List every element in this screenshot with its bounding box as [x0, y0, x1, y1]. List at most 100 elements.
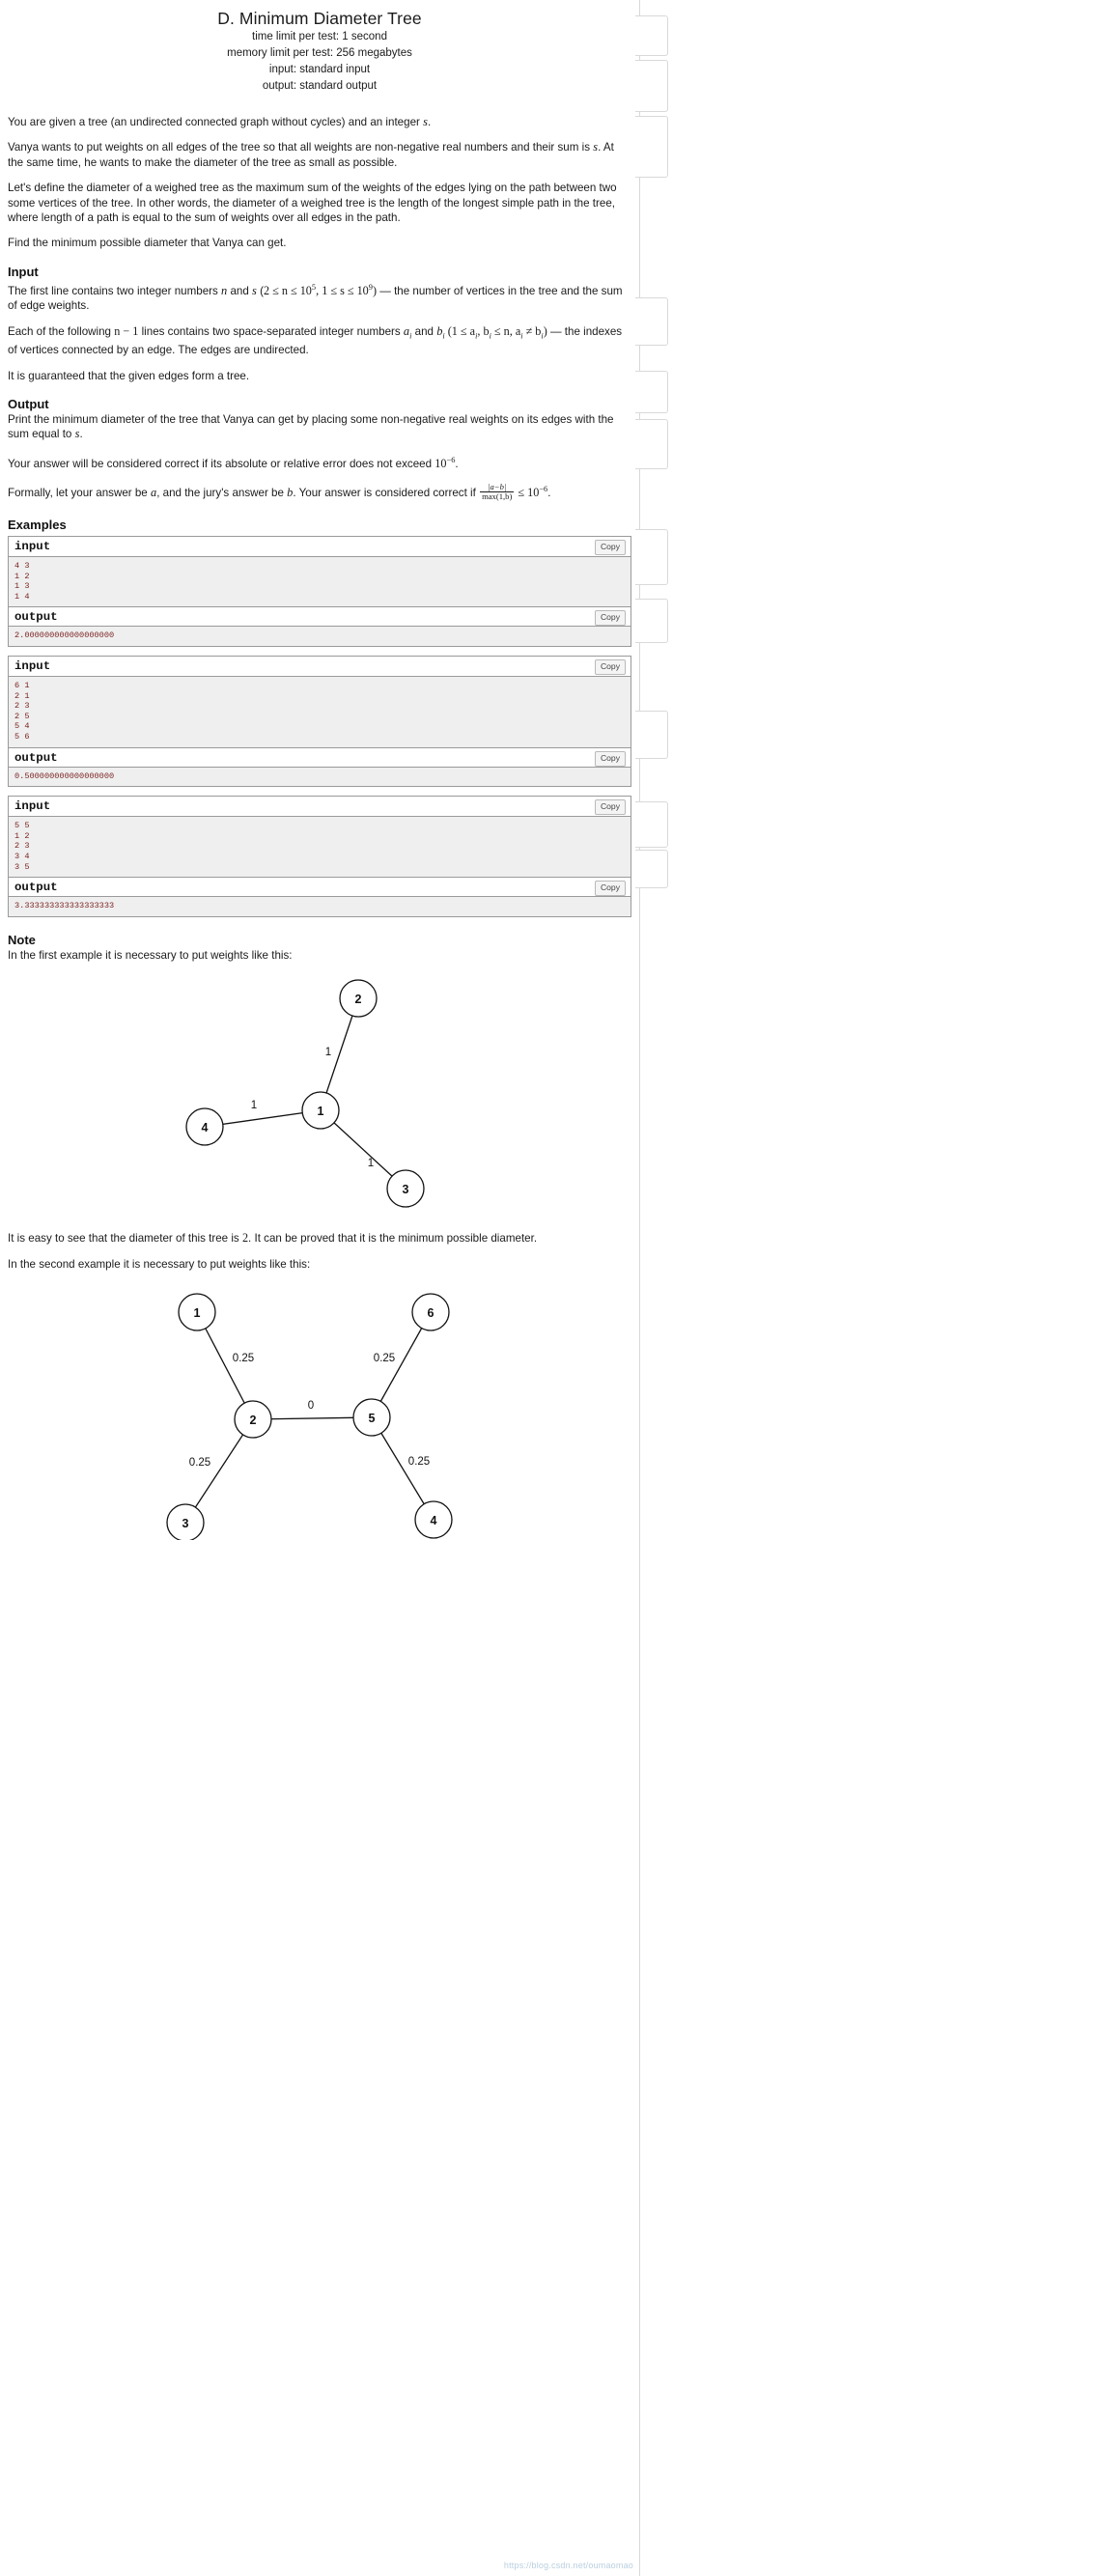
output-l1-text: Print the minimum diameter of the tree t…	[8, 413, 614, 441]
output-l2-a: Your answer will be considered correct i…	[8, 457, 435, 470]
rail-panel[interactable]	[635, 419, 668, 469]
rail-panel[interactable]	[635, 371, 668, 413]
input-heading: Input	[8, 264, 39, 279]
input-l2-b: lines contains two space-separated integ…	[138, 324, 404, 338]
graph-node-label: 5	[369, 1412, 376, 1425]
copy-button[interactable]: Copy	[594, 799, 626, 816]
sample-test-3: input Copy 5 5 1 2 2 3 3 4 3 5 output Copy…	[8, 796, 631, 917]
sample-1-output-label: output	[14, 610, 58, 625]
output-l3-end: .	[547, 486, 551, 499]
graph2-nodes: 1 6 2 5 3 4	[166, 1293, 453, 1540]
note-l2-b: . It can be proved that it is the minimu…	[248, 1232, 538, 1246]
input-l2-a: Each of the following	[8, 324, 115, 338]
graph-node-label: 2	[250, 1414, 257, 1427]
sample-1-input-title: input Copy	[9, 537, 631, 558]
graph-node-label: 4	[202, 1121, 209, 1134]
edge-weight-label: 1	[325, 1047, 331, 1058]
input-line-1: The first line contains two integer numb…	[8, 280, 631, 314]
edge-weight-label: 0.25	[408, 1456, 430, 1468]
edge-weight-label: 0	[308, 1400, 314, 1412]
input-l1-c1: 2 ≤ n ≤ 10	[263, 283, 312, 297]
rail-panel[interactable]	[635, 529, 668, 585]
graph-node-label: 4	[431, 1514, 437, 1527]
watermark: https://blog.csdn.net/oumaomao	[503, 2561, 633, 2570]
examples-heading: Examples	[8, 518, 67, 533]
edge-weight-label: 0.25	[189, 1457, 210, 1469]
statement-paragraph-2: Vanya wants to put weights on all edges …	[8, 140, 631, 170]
note-l2-a: It is easy to see that the diameter of t…	[8, 1232, 242, 1246]
note-heading: Note	[8, 932, 36, 947]
rail-panel[interactable]	[635, 711, 668, 759]
sample-1-input-label: input	[14, 540, 51, 554]
page-title: D. Minimum Diameter Tree	[217, 9, 422, 28]
output-line-1: Print the minimum diameter of the tree t…	[8, 412, 631, 442]
sample-3-input-label: input	[14, 799, 51, 814]
input-spec: input: standard input	[268, 64, 371, 75]
input-l2-m: n − 1	[114, 323, 139, 338]
input-l1-paren-open: (	[256, 284, 264, 297]
statement-paragraph-4: Find the minimum possible diameter that …	[8, 237, 287, 250]
sample-2-output-label: output	[14, 750, 58, 765]
output-l3-c: . Your answer is considered correct if	[293, 486, 480, 499]
copy-button[interactable]: Copy	[594, 540, 626, 556]
graph2-edges	[184, 1311, 434, 1524]
edge-weight-label: 1	[251, 1100, 257, 1111]
copy-button[interactable]: Copy	[594, 881, 626, 897]
sample-2-input-data: 6 1 2 1 2 3 2 5 5 4 5 6	[9, 677, 631, 747]
sample-3-output-data: 3.333333333333333333	[9, 897, 631, 916]
statement-paragraph-3: Let's define the diameter of a weighed t…	[8, 182, 617, 225]
problem-body: You are given a tree (an undirected conn…	[0, 115, 639, 963]
sample-3-output-label: output	[14, 881, 58, 895]
sample-3-input-data: 5 5 1 2 2 3 3 4 3 5	[9, 817, 631, 878]
output-l1-end: .	[79, 428, 83, 441]
sample-2-input-label: input	[14, 659, 51, 674]
edge-weight-label: 0.25	[233, 1353, 254, 1364]
output-line-2: Your answer will be considered correct i…	[8, 453, 631, 471]
edge-weight-label: 1	[368, 1158, 374, 1169]
problem-page: D. Minimum Diameter Tree time limit per …	[0, 0, 640, 2576]
input-l2-cons2: , b	[477, 323, 490, 338]
rail-panel[interactable]	[635, 297, 668, 346]
statement-paragraph-1: You are given a tree (an undirected conn…	[8, 115, 631, 129]
output-line-3: Formally, let your answer be a, and the …	[8, 482, 631, 503]
p2-text-a: Vanya wants to put weights on all edges …	[8, 141, 594, 154]
p1-text-b: .	[427, 116, 432, 128]
input-l2-cons3: ≤ n, a	[490, 323, 521, 338]
rail-panel[interactable]	[635, 850, 668, 888]
graph-node-label: 1	[194, 1306, 201, 1320]
input-line-3: It is guaranteed that the given edges fo…	[8, 369, 250, 382]
input-l2-cons: (1 ≤ a	[444, 323, 476, 338]
sample-3-input-title: input Copy	[9, 797, 631, 818]
sample-1-input-data: 4 3 1 2 1 3 1 4	[9, 557, 631, 607]
sample-2-output-title: output Copy	[9, 746, 631, 768]
rail-panel[interactable]	[635, 60, 668, 112]
input-l1-and: and	[227, 284, 253, 297]
tree-diagram-1: 1 1 1 2 1 4 3	[185, 979, 425, 1208]
output-l3-le: ≤	[515, 485, 528, 499]
output-l2-b: .	[455, 457, 459, 470]
copy-button[interactable]: Copy	[594, 610, 626, 627]
fraction-denominator: max(1,b)	[482, 491, 513, 502]
rail-panel[interactable]	[635, 15, 668, 56]
output-l2-pow-base: 10	[434, 456, 447, 470]
graph2-weights: 0.25 0.25 0 0.25 0.25	[189, 1353, 430, 1469]
error-fraction: |a−b| max(1,b)	[480, 482, 515, 502]
input-line-2: Each of the following n − 1 lines contai…	[8, 324, 631, 358]
rail-panel[interactable]	[635, 801, 668, 848]
graph-node-label: 3	[403, 1183, 409, 1196]
rail-panel[interactable]	[635, 599, 668, 643]
graph-node-label: 6	[428, 1306, 434, 1320]
right-sidebar	[635, 0, 1093, 2576]
copy-button[interactable]: Copy	[594, 750, 626, 767]
sample-3-output-title: output Copy	[9, 877, 631, 898]
input-l1-c2: 1 ≤ s ≤ 10	[322, 283, 369, 297]
output-l3-a: Formally, let your answer be	[8, 486, 151, 499]
sample-test-1: input Copy 4 3 1 2 1 3 1 4 output Copy 2.0…	[8, 536, 631, 648]
p1-text-a: You are given a tree (an undirected conn…	[8, 116, 424, 128]
rail-panel[interactable]	[635, 116, 668, 178]
graph-node-label: 2	[355, 993, 362, 1006]
input-l1-a: The first line contains two integer numb…	[8, 284, 222, 297]
copy-button[interactable]: Copy	[594, 659, 626, 676]
graph-node-label: 1	[318, 1105, 324, 1118]
sample-1-output-data: 2.000000000000000000	[9, 627, 631, 647]
